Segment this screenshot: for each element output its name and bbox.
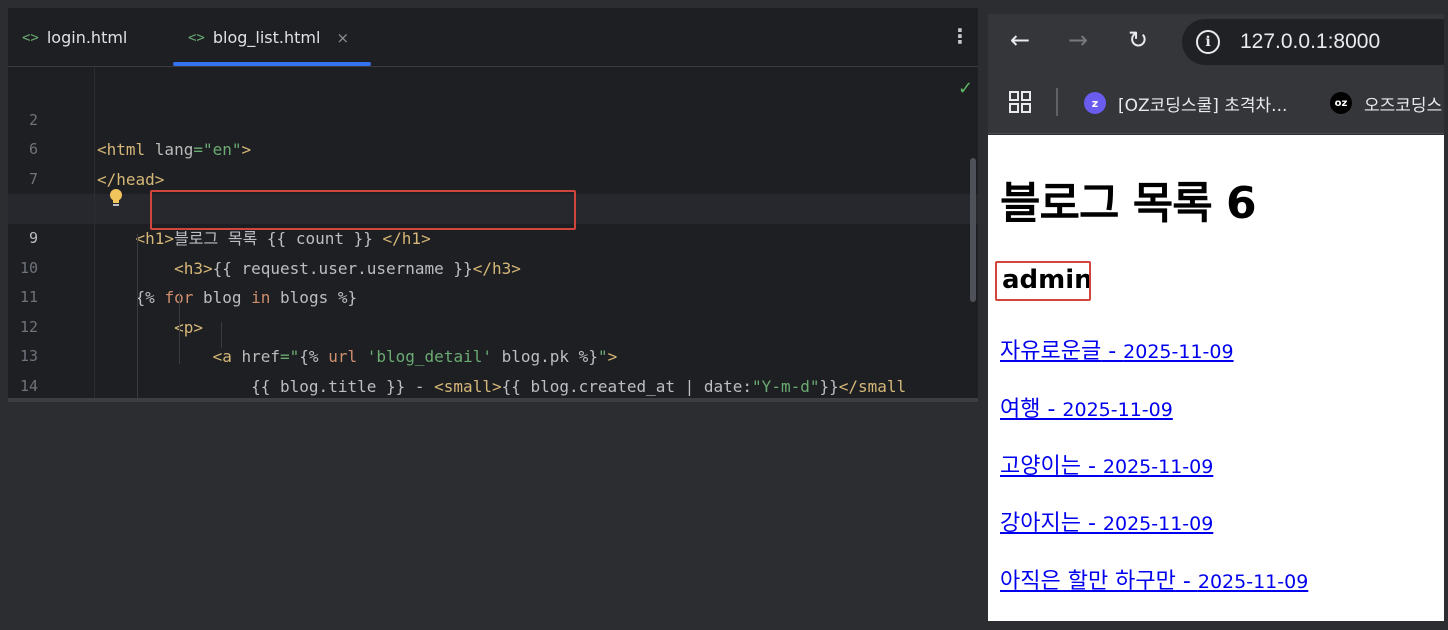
- browser-toolbar: ← → ↻ i 127.0.0.1:8000: [988, 14, 1444, 72]
- checkmark-icon: ✓: [958, 78, 974, 99]
- apps-grid-icon[interactable]: [1008, 90, 1032, 114]
- code-highlight-box: [150, 190, 576, 230]
- back-arrow-icon[interactable]: ←: [1010, 26, 1030, 54]
- blog-date: 2025-11-09: [1197, 571, 1309, 593]
- page-content: 블로그 목록 6 admin 자유로운글 - 2025-11-09 여행 - 2…: [988, 135, 1444, 621]
- active-tab-indicator: [173, 62, 371, 66]
- code-line: 13 {{ blog.title }} - <small>{{ blog.cre…: [8, 313, 978, 396]
- blog-link[interactable]: 고양이는 - 2025-11-09: [1000, 448, 1213, 480]
- indent-guide: [137, 234, 138, 400]
- address-bar[interactable]: i 127.0.0.1:8000: [1182, 19, 1444, 65]
- blog-link[interactable]: 여행 - 2025-11-09: [1000, 391, 1173, 423]
- bookmark-label: [OZ코딩스쿨] 초격차...: [1118, 95, 1288, 116]
- blog-date: 2025-11-09: [1102, 456, 1214, 478]
- tab-blog-list-html[interactable]: <> blog_list.html ×: [188, 8, 349, 67]
- code-area[interactable]: 2 <html lang="en"> 6 </head> 7 <body> 8 …: [8, 68, 978, 402]
- code-editor-window: <> login.html <> blog_list.html × ⋮ 2 <h…: [8, 8, 978, 402]
- forward-arrow-icon[interactable]: →: [1068, 26, 1088, 54]
- blog-link[interactable]: 자유로운글 - 2025-11-09: [1000, 333, 1234, 365]
- indent-guide: [221, 322, 222, 348]
- html-file-icon: <>: [22, 29, 39, 46]
- bookmark-favicon-icon: oz: [1330, 92, 1352, 114]
- code-line: 2 <html lang="en">: [8, 76, 978, 160]
- blog-link[interactable]: 아직은 할만 하구만 - 2025-11-09: [1000, 563, 1308, 595]
- blog-date: 2025-11-09: [1102, 513, 1214, 535]
- page-title: 블로그 목록 6: [1000, 178, 1257, 229]
- bookmark-oz-coding[interactable]: oz 오즈코딩스: [1330, 88, 1442, 118]
- code-line: 7 <body>: [8, 135, 978, 219]
- bookmark-divider: [1056, 88, 1058, 116]
- bookmark-label: 오즈코딩스: [1364, 95, 1443, 116]
- reload-icon[interactable]: ↻: [1128, 26, 1148, 54]
- more-options-icon[interactable]: ⋮: [950, 24, 970, 48]
- scrollbar[interactable]: [970, 158, 976, 302]
- bookmark-oz-coding-school[interactable]: z [OZ코딩스쿨] 초격차...: [1084, 88, 1287, 118]
- bookmarks-bar: z [OZ코딩스쿨] 초격차... oz 오즈코딩스: [988, 72, 1444, 134]
- url-text: 127.0.0.1:8000: [1240, 30, 1381, 53]
- blog-date: 2025-11-09: [1062, 399, 1173, 421]
- browser-window: ← → ↻ i 127.0.0.1:8000 z [OZ코딩스쿨] 초격차...…: [988, 14, 1444, 621]
- code-line: 14 </a>: [8, 342, 978, 395]
- lightbulb-icon[interactable]: [108, 188, 124, 208]
- blog-date: 2025-11-09: [1123, 341, 1234, 363]
- code-line: 12 <a href="{% url 'blog_detail' blog.pk…: [8, 283, 978, 367]
- gutter-divider: [94, 68, 95, 402]
- indent-guide: [179, 292, 180, 364]
- editor-bottom-border: [8, 398, 978, 402]
- code-line: 11 <p>: [8, 254, 978, 337]
- username-highlight-box: [995, 261, 1091, 301]
- tab-label: blog_list.html: [212, 28, 321, 47]
- bookmark-favicon-icon: z: [1084, 92, 1106, 114]
- editor-tab-bar: <> login.html <> blog_list.html × ⋮: [8, 8, 978, 67]
- info-icon[interactable]: i: [1196, 30, 1220, 54]
- tab-login-html[interactable]: <> login.html: [22, 8, 127, 67]
- tab-label: login.html: [46, 28, 128, 47]
- close-icon[interactable]: ×: [336, 29, 349, 47]
- code-line: 6 </head>: [8, 106, 978, 189]
- blog-link[interactable]: 강아지는 - 2025-11-09: [1000, 505, 1213, 537]
- html-file-icon: <>: [188, 29, 205, 46]
